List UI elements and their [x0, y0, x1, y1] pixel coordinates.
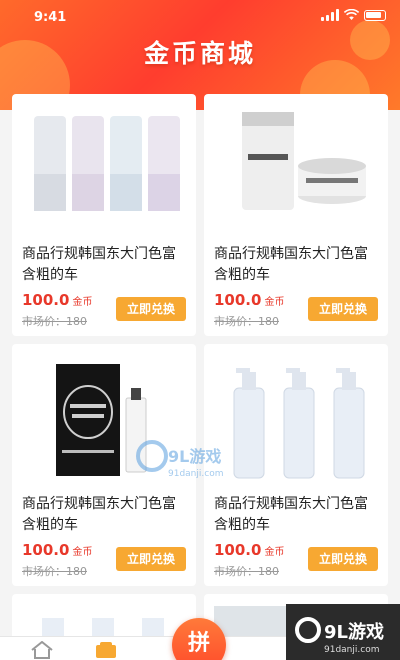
- signal-icon: [321, 9, 339, 21]
- watermark-banner: 9L游戏 91danji.com: [286, 604, 400, 660]
- product-name: 商品行规韩国东大门色富含粗的车: [22, 246, 176, 283]
- watermark-logo: 9L游戏 91danji.com: [136, 440, 223, 479]
- redeem-button[interactable]: 立即兑换: [308, 547, 378, 571]
- price-unit: 金币: [72, 297, 93, 308]
- redeem-button[interactable]: 立即兑换: [116, 297, 186, 321]
- product-card[interactable]: 商品行规韩国东大门色富含粗的车 100.0 金币 市场价：180 立即兑换: [204, 94, 388, 336]
- product-grid: 商品行规韩国东大门色富含粗的车 100.0 金币 市场价：180 立即兑换 商品行…: [12, 94, 388, 654]
- watermark-brand: 9L游戏: [168, 447, 221, 466]
- product-image: [214, 354, 378, 484]
- redeem-button[interactable]: 立即兑换: [116, 547, 186, 571]
- product-card[interactable]: 商品行规韩国东大门色富含粗的车 100.0 金币 市场价：180 立即兑换: [204, 344, 388, 586]
- status-bar: 9:41: [0, 0, 400, 32]
- watermark-url: 91danji.com: [168, 469, 223, 479]
- price-value: 100.0: [22, 291, 70, 309]
- product-card[interactable]: 商品行规韩国东大门色富含粗的车 100.0 金币 市场价：180 立即兑换: [12, 94, 196, 336]
- product-price: 100.0 金币: [214, 540, 284, 559]
- watermark-brand: 9L游戏: [324, 621, 384, 643]
- price-value: 100.0: [22, 541, 70, 559]
- product-name: 商品行规韩国东大门色富含粗的车: [214, 246, 368, 283]
- page-title: 金币商城: [143, 39, 256, 68]
- market-price: 市场价：180: [214, 565, 279, 578]
- shop-icon[interactable]: [94, 641, 118, 659]
- market-price: 市场价：180: [22, 315, 87, 328]
- product-image: [22, 104, 186, 234]
- wifi-icon: [344, 9, 359, 20]
- market-price: 市场价：180: [214, 315, 279, 328]
- product-name: 商品行规韩国东大门色富含粗的车: [214, 496, 368, 533]
- product-image: [214, 104, 378, 234]
- price-unit: 金币: [72, 547, 93, 558]
- product-price: 100.0 金币: [214, 290, 284, 309]
- battery-icon: [364, 9, 386, 21]
- product-price: 100.0 金币: [22, 540, 92, 559]
- status-time: 9:41: [34, 10, 67, 25]
- price-unit: 金币: [264, 547, 285, 558]
- home-icon[interactable]: [30, 641, 54, 659]
- watermark-logo: 9L游戏 91danji.com: [295, 617, 384, 654]
- price-value: 100.0: [214, 541, 262, 559]
- price-value: 100.0: [214, 291, 262, 309]
- redeem-button[interactable]: 立即兑换: [308, 297, 378, 321]
- product-price: 100.0 金币: [22, 290, 92, 309]
- watermark-url: 91danji.com: [324, 645, 379, 654]
- market-price: 市场价：180: [22, 565, 87, 578]
- price-unit: 金币: [264, 297, 285, 308]
- product-name: 商品行规韩国东大门色富含粗的车: [22, 496, 176, 533]
